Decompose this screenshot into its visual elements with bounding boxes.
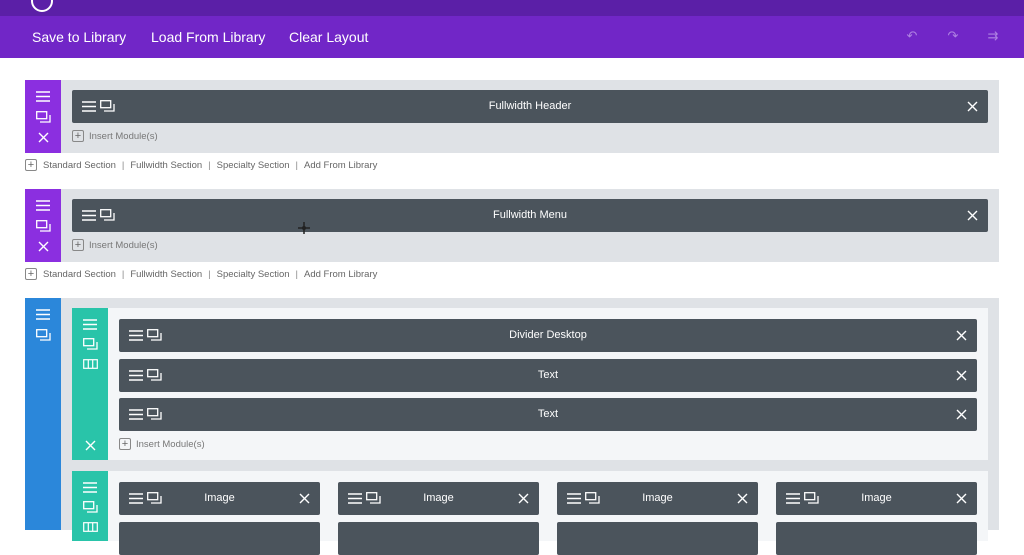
row-handle[interactable] (72, 308, 108, 460)
separator: | (295, 159, 298, 171)
fullwidth-section-link[interactable]: Fullwidth Section (130, 160, 202, 171)
module-label: Fullwidth Menu (493, 209, 567, 221)
add-section-links: + Standard Section | Fullwidth Section |… (25, 159, 377, 171)
insert-module-label: Insert Module(s) (89, 239, 158, 251)
module-image-3[interactable]: Image (557, 482, 758, 515)
columns-icon[interactable] (72, 354, 108, 374)
fullwidth-section-link[interactable]: Fullwidth Section (130, 269, 202, 280)
module-fullwidth-menu[interactable]: Fullwidth Menu (72, 199, 988, 232)
plus-icon: + (25, 159, 37, 171)
settings-icon[interactable] (25, 107, 61, 127)
move-icon[interactable] (25, 195, 61, 215)
module-label: Text (537, 408, 559, 420)
row-2: Image Image Image Image (72, 471, 988, 555)
plus-icon: + (119, 438, 131, 450)
separator: | (208, 159, 211, 171)
fullwidth-section-1: Fullwidth Header + Insert Module(s) (25, 80, 999, 153)
close-icon[interactable] (734, 490, 750, 506)
add-section-links: + Standard Section | Fullwidth Section |… (25, 268, 377, 280)
settings-icon[interactable] (25, 325, 61, 345)
insert-module-button[interactable]: + Insert Module(s) (119, 438, 205, 450)
module-image-1[interactable]: Image (119, 482, 320, 515)
standard-section-link[interactable]: Standard Section (43, 160, 116, 171)
clear-layout-button[interactable]: Clear Layout (289, 16, 368, 58)
move-icon[interactable] (25, 304, 61, 324)
top-header-bar (0, 0, 1024, 16)
specialty-section-link[interactable]: Specialty Section (217, 269, 290, 280)
module-label: Image (642, 492, 673, 504)
plus-icon: + (72, 130, 84, 142)
module-label: Image (423, 492, 454, 504)
insert-module-label: Insert Module(s) (136, 438, 205, 450)
redo-icon[interactable]: ↷ (945, 28, 961, 44)
close-icon[interactable] (964, 207, 980, 223)
undo-icon[interactable]: ↶ (904, 28, 920, 44)
section-handle[interactable] (25, 189, 61, 262)
plus-icon: + (25, 268, 37, 280)
regular-section: Divider Desktop Text Text + Insert Modul… (25, 298, 999, 555)
close-icon[interactable] (953, 327, 969, 343)
move-icon[interactable] (72, 477, 108, 497)
separator: | (121, 159, 125, 171)
module-divider-desktop[interactable]: Divider Desktop (119, 319, 977, 352)
divi-logo-icon[interactable] (31, 0, 53, 12)
module-partial[interactable] (119, 522, 320, 555)
move-icon[interactable] (72, 314, 108, 334)
fullwidth-section-2: Fullwidth Menu + Insert Module(s) (25, 189, 999, 262)
close-icon[interactable] (964, 98, 980, 114)
save-to-library-button[interactable]: Save to Library (32, 16, 126, 58)
module-label: Text (537, 369, 559, 381)
move-cursor-icon (298, 222, 310, 234)
specialty-section-link[interactable]: Specialty Section (217, 160, 290, 171)
module-partial[interactable] (776, 522, 977, 555)
load-from-library-button[interactable]: Load From Library (151, 16, 265, 58)
insert-module-button[interactable]: + Insert Module(s) (72, 130, 158, 142)
module-image-2[interactable]: Image (338, 482, 539, 515)
module-label: Divider Desktop (509, 329, 587, 341)
module-text-2[interactable]: Text (119, 398, 977, 431)
separator: | (208, 268, 211, 280)
history-icon[interactable]: ⇉ (985, 28, 1001, 44)
close-icon[interactable] (25, 236, 61, 256)
columns-icon[interactable] (72, 517, 108, 537)
settings-icon[interactable] (25, 216, 61, 236)
add-from-library-link[interactable]: Add From Library (304, 160, 377, 171)
plus-icon: + (72, 239, 84, 251)
separator: | (121, 268, 125, 280)
section-handle[interactable] (25, 80, 61, 153)
close-icon[interactable] (296, 490, 312, 506)
row-1: Divider Desktop Text Text + Insert Modul… (72, 308, 988, 460)
settings-icon[interactable] (72, 334, 108, 354)
module-image-4[interactable]: Image (776, 482, 977, 515)
module-text-1[interactable]: Text (119, 359, 977, 392)
row-handle[interactable] (72, 471, 108, 541)
close-icon[interactable] (953, 490, 969, 506)
module-partial[interactable] (338, 522, 539, 555)
move-icon[interactable] (25, 86, 61, 106)
module-label: Image (204, 492, 235, 504)
close-icon[interactable] (953, 367, 969, 383)
insert-module-label: Insert Module(s) (89, 130, 158, 142)
close-icon[interactable] (25, 127, 61, 147)
builder-toolbar: Save to Library Load From Library Clear … (0, 16, 1024, 58)
separator: | (295, 268, 298, 280)
insert-module-button[interactable]: + Insert Module(s) (72, 239, 158, 251)
close-icon[interactable] (72, 435, 108, 455)
standard-section-link[interactable]: Standard Section (43, 269, 116, 280)
module-label: Fullwidth Header (488, 100, 572, 112)
module-partial[interactable] (557, 522, 758, 555)
add-from-library-link[interactable]: Add From Library (304, 269, 377, 280)
settings-icon[interactable] (72, 497, 108, 517)
close-icon[interactable] (515, 490, 531, 506)
close-icon[interactable] (953, 406, 969, 422)
section-handle[interactable] (25, 298, 61, 530)
module-fullwidth-header[interactable]: Fullwidth Header (72, 90, 988, 123)
module-label: Image (861, 492, 892, 504)
